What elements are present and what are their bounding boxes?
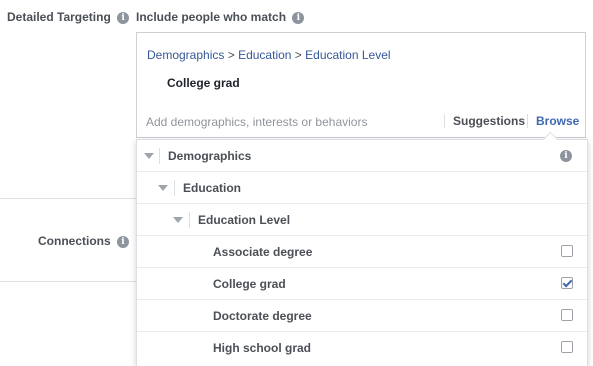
tree-row-label: High school grad: [213, 341, 312, 355]
section-divider: [0, 198, 136, 199]
row-divider: [174, 180, 175, 196]
breadcrumb-item[interactable]: Demographics: [147, 48, 224, 62]
tree-row-associate-degree[interactable]: Associate degree: [137, 236, 587, 268]
detailed-targeting-text: Detailed Targeting: [7, 10, 111, 24]
breadcrumb-separator: >: [227, 48, 235, 62]
info-icon[interactable]: i: [560, 150, 572, 162]
tree-row-high-school-grad[interactable]: High school grad: [137, 332, 587, 364]
row-divider: [159, 148, 160, 164]
tree-row-education-level[interactable]: Education Level: [137, 204, 587, 236]
tab-suggestions[interactable]: Suggestions: [453, 114, 525, 128]
connections-text: Connections: [38, 234, 111, 248]
triangle-down-icon[interactable]: [144, 153, 154, 159]
connections-label: Connections i: [38, 234, 130, 248]
search-divider: [444, 114, 445, 128]
include-people-text: Include people who match: [136, 10, 287, 24]
tree-row-label: Education: [183, 181, 242, 195]
tree-row-label: College grad: [213, 277, 286, 291]
browse-dropdown: Demographics i Education Education Level…: [136, 131, 588, 366]
tab-divider: [527, 114, 528, 128]
checkbox-icon[interactable]: [561, 245, 573, 257]
info-icon[interactable]: i: [292, 11, 305, 24]
checkbox-icon[interactable]: [561, 341, 573, 353]
targeting-search-bar: Add demographics, interests or behaviors…: [136, 105, 586, 138]
tree-row-education[interactable]: Education: [137, 172, 587, 204]
info-icon[interactable]: i: [117, 235, 130, 248]
breadcrumb-item[interactable]: Education Level: [305, 48, 390, 62]
checkbox-checked-icon[interactable]: [561, 277, 573, 289]
selected-targeting-box: Demographics > Education > Education Lev…: [136, 32, 586, 107]
breadcrumb: Demographics > Education > Education Lev…: [147, 48, 391, 62]
tree-row-label: Doctorate degree: [213, 309, 312, 323]
breadcrumb-separator: >: [294, 48, 302, 62]
tree-row-label: Associate degree: [213, 245, 313, 259]
include-people-label: Include people who match i: [136, 10, 305, 24]
triangle-down-icon[interactable]: [173, 217, 183, 223]
section-divider: [0, 281, 136, 282]
selected-item[interactable]: College grad: [167, 76, 240, 90]
row-divider: [189, 212, 190, 228]
triangle-down-icon[interactable]: [158, 185, 168, 191]
tree-row-label: Education Level: [198, 213, 291, 227]
tree-row-demographics[interactable]: Demographics i: [137, 140, 587, 172]
tree-row-label: Demographics: [168, 149, 252, 163]
info-icon[interactable]: i: [117, 11, 130, 24]
checkbox-icon[interactable]: [561, 309, 573, 321]
detailed-targeting-label: Detailed Targeting i: [7, 10, 130, 24]
tree-row-doctorate-degree[interactable]: Doctorate degree: [137, 300, 587, 332]
targeting-search-input[interactable]: Add demographics, interests or behaviors: [146, 115, 367, 129]
breadcrumb-item[interactable]: Education: [238, 48, 291, 62]
tab-browse[interactable]: Browse: [536, 114, 579, 128]
tree-row-college-grad[interactable]: College grad: [137, 268, 587, 300]
